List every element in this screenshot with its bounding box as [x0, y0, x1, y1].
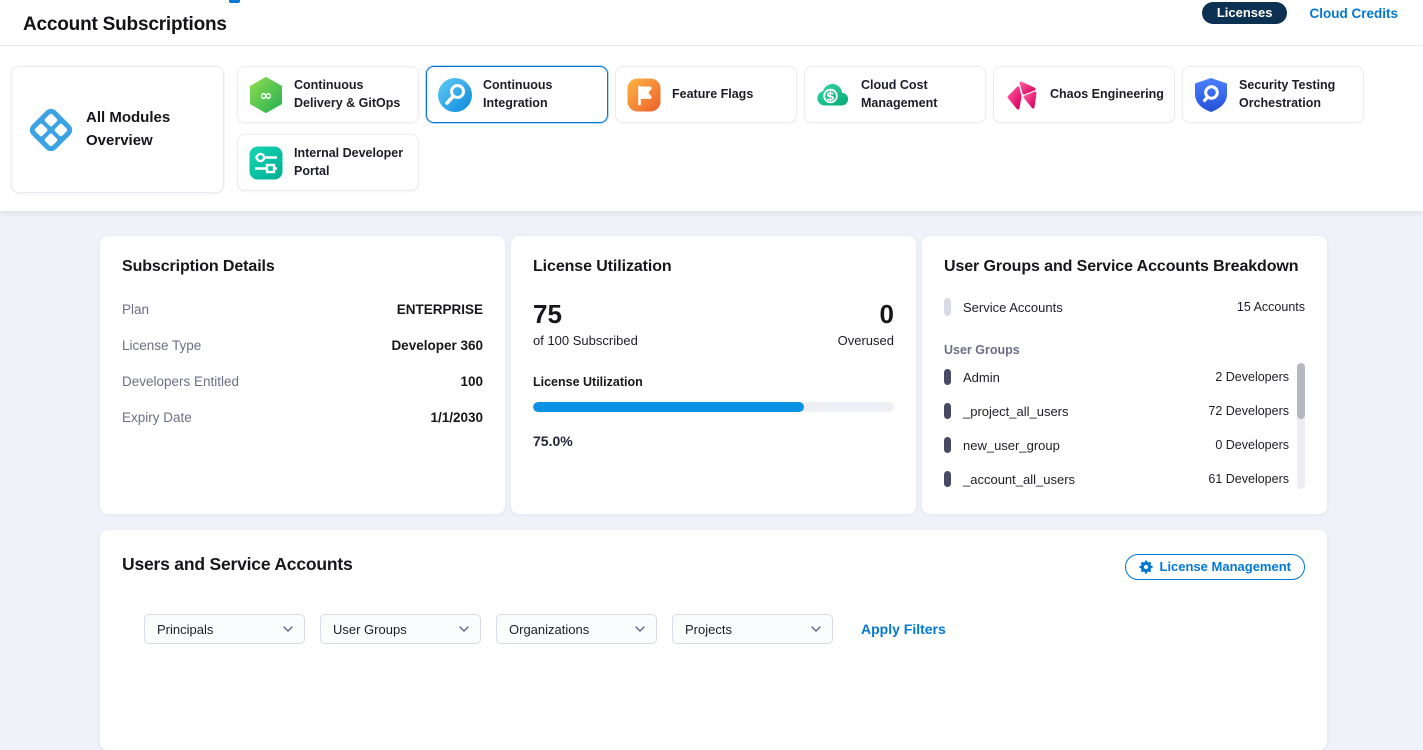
cd-gitops-icon: ∞	[248, 77, 284, 113]
license-type-row: License Type Developer 360	[122, 338, 483, 353]
organizations-dropdown[interactable]: Organizations	[496, 614, 657, 644]
overused-count: 0	[838, 301, 894, 327]
module-card-sto[interactable]: Security Testing Orchestration	[1182, 66, 1364, 123]
utilization-bar-track	[533, 402, 894, 412]
user-group-row: new_user_group 0 Developers	[944, 428, 1289, 462]
user-groups-heading: User Groups	[944, 343, 1305, 357]
stats-section: Subscription Details Plan ENTERPRISE Lic…	[0, 211, 1423, 514]
service-accounts-row: Service Accounts 15 Accounts	[944, 298, 1305, 316]
users-service-accounts-section: Users and Service Accounts License Manag…	[100, 530, 1327, 750]
licenses-tab[interactable]: Licenses	[1202, 2, 1288, 24]
all-modules-icon	[28, 107, 74, 153]
principals-dropdown[interactable]: Principals	[144, 614, 305, 644]
license-utilization-card: License Utilization 75 of 100 Subscribed…	[511, 236, 916, 514]
all-modules-overview-label: All Modules Overview	[86, 107, 213, 152]
license-management-button[interactable]: License Management	[1125, 554, 1306, 580]
ci-icon	[437, 77, 473, 113]
subscription-details-title: Subscription Details	[122, 258, 483, 276]
service-accounts-marker	[944, 298, 951, 316]
chevron-down-icon	[635, 626, 645, 632]
module-card-cloud-cost[interactable]: $ Cloud Cost Management	[804, 66, 986, 123]
module-card-feature-flags[interactable]: Feature Flags	[615, 66, 797, 123]
module-label: Internal Developer Portal	[294, 145, 408, 180]
chevron-down-icon	[811, 626, 821, 632]
used-caption: of 100 Subscribed	[533, 333, 638, 348]
feature-flags-icon	[626, 77, 662, 113]
header-tabs: Licenses Cloud Credits	[1202, 2, 1398, 24]
chevron-down-icon	[459, 626, 469, 632]
module-label: Chaos Engineering	[1050, 86, 1164, 104]
cloud-cost-icon: $	[815, 77, 851, 113]
projects-dropdown[interactable]: Projects	[672, 614, 833, 644]
utilization-bar-label: License Utilization	[533, 375, 894, 389]
page-header: Account Subscriptions Licenses Cloud Cre…	[0, 0, 1423, 46]
plan-row: Plan ENTERPRISE	[122, 302, 483, 317]
module-grid: ∞ Continuous Delivery & GitOps Continuou…	[237, 66, 1382, 193]
module-card-cd-gitops[interactable]: ∞ Continuous Delivery & GitOps	[237, 66, 419, 123]
subscription-details-card: Subscription Details Plan ENTERPRISE Lic…	[100, 236, 505, 514]
chevron-down-icon	[283, 626, 293, 632]
module-strip: All Modules Overview ∞ Continuous Delive…	[0, 46, 1423, 211]
module-label: Continuous Integration	[483, 77, 597, 112]
breakdown-card: User Groups and Service Accounts Breakdo…	[922, 236, 1327, 514]
utilization-bar-fill	[533, 402, 804, 412]
module-label: Cloud Cost Management	[861, 77, 975, 112]
sto-shield-icon	[1193, 77, 1229, 113]
module-label: Continuous Delivery & GitOps	[294, 77, 408, 112]
gear-icon	[1139, 560, 1153, 574]
service-accounts-value: 15 Accounts	[1237, 300, 1305, 314]
cloud-credits-tab[interactable]: Cloud Credits	[1309, 6, 1398, 21]
overused-licenses: 0 Overused	[838, 301, 894, 348]
license-utilization-title: License Utilization	[533, 258, 894, 276]
group-marker	[944, 403, 951, 419]
module-card-idp[interactable]: Internal Developer Portal	[237, 134, 419, 191]
svg-text:∞: ∞	[260, 86, 273, 104]
module-card-ci[interactable]: Continuous Integration	[426, 66, 608, 123]
group-marker	[944, 437, 951, 453]
user-group-row: _account_all_users 61 Developers	[944, 462, 1289, 496]
filters-row: Principals User Groups Organizations Pro…	[144, 614, 1305, 644]
groups-scrollbar-thumb[interactable]	[1297, 363, 1305, 419]
license-management-label: License Management	[1160, 559, 1292, 574]
developers-entitled-row: Developers Entitled 100	[122, 374, 483, 389]
idp-icon	[248, 145, 284, 181]
all-modules-overview-card[interactable]: All Modules Overview	[11, 66, 224, 193]
module-label: Feature Flags	[672, 86, 753, 104]
user-groups-list: Admin 2 Developers _project_all_users 72…	[944, 360, 1305, 496]
expiry-date-row: Expiry Date 1/1/2030	[122, 410, 483, 425]
module-label: Security Testing Orchestration	[1239, 77, 1353, 112]
user-group-row: _project_all_users 72 Developers	[944, 394, 1289, 428]
module-card-chaos[interactable]: Chaos Engineering	[993, 66, 1175, 123]
user-groups-dropdown[interactable]: User Groups	[320, 614, 481, 644]
group-marker	[944, 471, 951, 487]
breakdown-title: User Groups and Service Accounts Breakdo…	[944, 258, 1305, 276]
overused-caption: Overused	[838, 333, 894, 348]
apply-filters-link[interactable]: Apply Filters	[861, 621, 946, 637]
utilization-percent: 75.0%	[533, 433, 894, 449]
service-accounts-label: Service Accounts	[963, 300, 1237, 315]
svg-text:$: $	[826, 88, 835, 103]
chaos-icon	[1004, 77, 1040, 113]
users-section-title: Users and Service Accounts	[122, 554, 353, 575]
group-marker	[944, 369, 951, 385]
used-count: 75	[533, 301, 638, 327]
clipped-nav-remnant	[229, 0, 240, 3]
user-group-row: Admin 2 Developers	[944, 360, 1289, 394]
used-licenses: 75 of 100 Subscribed	[533, 301, 638, 348]
groups-scrollbar[interactable]	[1297, 363, 1305, 489]
